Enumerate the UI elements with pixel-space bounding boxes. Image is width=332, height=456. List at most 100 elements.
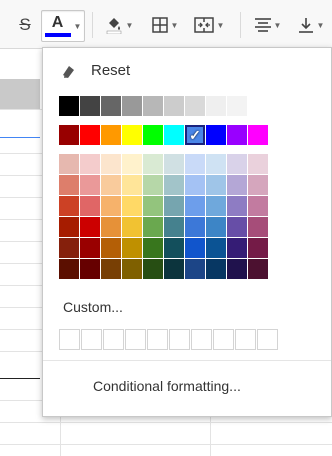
custom-color-slot[interactable]	[213, 329, 234, 350]
color-swatch[interactable]	[59, 238, 79, 258]
color-swatch[interactable]	[59, 196, 79, 216]
color-swatch[interactable]	[80, 217, 100, 237]
color-swatch[interactable]	[164, 175, 184, 195]
color-swatch[interactable]	[80, 238, 100, 258]
color-swatch[interactable]	[164, 125, 184, 145]
color-swatch[interactable]	[122, 96, 142, 116]
color-swatch[interactable]	[227, 96, 247, 116]
color-swatch[interactable]	[227, 259, 247, 279]
color-swatch[interactable]	[80, 175, 100, 195]
color-swatch[interactable]	[59, 217, 79, 237]
color-swatch[interactable]	[206, 154, 226, 174]
reset-button[interactable]: Reset	[61, 62, 130, 79]
color-swatch[interactable]	[59, 175, 79, 195]
color-swatch[interactable]	[80, 154, 100, 174]
color-swatch[interactable]	[164, 259, 184, 279]
vertical-align-button[interactable]: ▼	[292, 10, 330, 40]
color-swatch[interactable]	[59, 125, 79, 145]
color-swatch[interactable]	[122, 125, 142, 145]
color-swatch[interactable]	[185, 196, 205, 216]
custom-color-slot[interactable]	[103, 329, 124, 350]
color-swatch[interactable]	[227, 175, 247, 195]
color-swatch[interactable]	[185, 217, 205, 237]
custom-color-slot[interactable]	[235, 329, 256, 350]
color-swatch[interactable]	[206, 125, 226, 145]
color-swatch[interactable]	[143, 238, 163, 258]
color-swatch[interactable]	[227, 217, 247, 237]
color-swatch[interactable]	[185, 238, 205, 258]
color-swatch[interactable]	[206, 96, 226, 116]
color-swatch[interactable]	[122, 175, 142, 195]
color-swatch[interactable]	[143, 196, 163, 216]
color-swatch[interactable]	[164, 154, 184, 174]
custom-color-slot[interactable]	[81, 329, 102, 350]
color-swatch[interactable]	[143, 125, 163, 145]
color-swatch[interactable]	[248, 217, 268, 237]
color-swatch[interactable]	[248, 238, 268, 258]
color-swatch[interactable]	[227, 238, 247, 258]
color-swatch[interactable]	[227, 196, 247, 216]
color-swatch[interactable]	[101, 196, 121, 216]
conditional-formatting-button[interactable]: Conditional formatting...	[93, 378, 241, 394]
merge-cells-button[interactable]: ▼	[188, 10, 230, 40]
color-swatch[interactable]	[80, 96, 100, 116]
color-swatch[interactable]	[143, 217, 163, 237]
strikethrough-button[interactable]: S	[10, 10, 40, 40]
fill-color-button[interactable]: ▼	[98, 10, 140, 40]
color-swatch[interactable]	[227, 125, 247, 145]
color-swatch[interactable]	[101, 238, 121, 258]
color-swatch[interactable]	[185, 154, 205, 174]
text-color-button[interactable]: A ▼	[41, 10, 85, 42]
borders-button[interactable]: ▼	[146, 10, 184, 40]
color-swatch[interactable]	[248, 96, 268, 116]
color-swatch-selected[interactable]: ✓	[185, 125, 205, 145]
horizontal-align-button[interactable]: ▼	[248, 10, 288, 40]
color-swatch[interactable]	[227, 154, 247, 174]
color-swatch[interactable]	[206, 217, 226, 237]
color-swatch[interactable]	[143, 259, 163, 279]
color-swatch[interactable]	[122, 259, 142, 279]
color-swatch[interactable]	[143, 96, 163, 116]
color-swatch[interactable]	[122, 217, 142, 237]
custom-color-button[interactable]: Custom...	[63, 299, 123, 315]
color-swatch[interactable]	[143, 175, 163, 195]
color-swatch[interactable]	[101, 125, 121, 145]
color-swatch[interactable]	[101, 259, 121, 279]
color-swatch[interactable]	[185, 259, 205, 279]
color-swatch[interactable]	[101, 154, 121, 174]
color-swatch[interactable]	[101, 175, 121, 195]
color-swatch[interactable]	[101, 96, 121, 116]
color-swatch[interactable]	[122, 196, 142, 216]
color-swatch[interactable]	[164, 217, 184, 237]
color-swatch[interactable]	[248, 125, 268, 145]
color-swatch[interactable]	[248, 175, 268, 195]
color-swatch[interactable]	[59, 154, 79, 174]
custom-color-slot[interactable]	[125, 329, 146, 350]
color-swatch[interactable]	[185, 96, 205, 116]
color-swatch[interactable]	[248, 154, 268, 174]
color-swatch[interactable]	[80, 259, 100, 279]
custom-color-slot[interactable]	[169, 329, 190, 350]
custom-color-slot[interactable]	[147, 329, 168, 350]
color-swatch[interactable]	[164, 96, 184, 116]
color-swatch[interactable]	[248, 196, 268, 216]
color-swatch[interactable]	[248, 259, 268, 279]
color-swatch[interactable]	[185, 175, 205, 195]
color-swatch[interactable]	[122, 238, 142, 258]
custom-color-slot[interactable]	[59, 329, 80, 350]
color-swatch[interactable]	[101, 217, 121, 237]
color-swatch[interactable]	[80, 196, 100, 216]
color-swatch[interactable]	[143, 154, 163, 174]
color-swatch[interactable]	[206, 259, 226, 279]
color-swatch[interactable]	[59, 259, 79, 279]
color-swatch[interactable]	[80, 125, 100, 145]
color-swatch[interactable]	[122, 154, 142, 174]
custom-color-slot[interactable]	[191, 329, 212, 350]
color-swatch[interactable]	[59, 96, 79, 116]
color-swatch[interactable]	[164, 196, 184, 216]
color-swatch[interactable]	[206, 175, 226, 195]
color-swatch[interactable]	[164, 238, 184, 258]
color-swatch[interactable]	[206, 196, 226, 216]
custom-color-slot[interactable]	[257, 329, 278, 350]
color-swatch[interactable]	[206, 238, 226, 258]
